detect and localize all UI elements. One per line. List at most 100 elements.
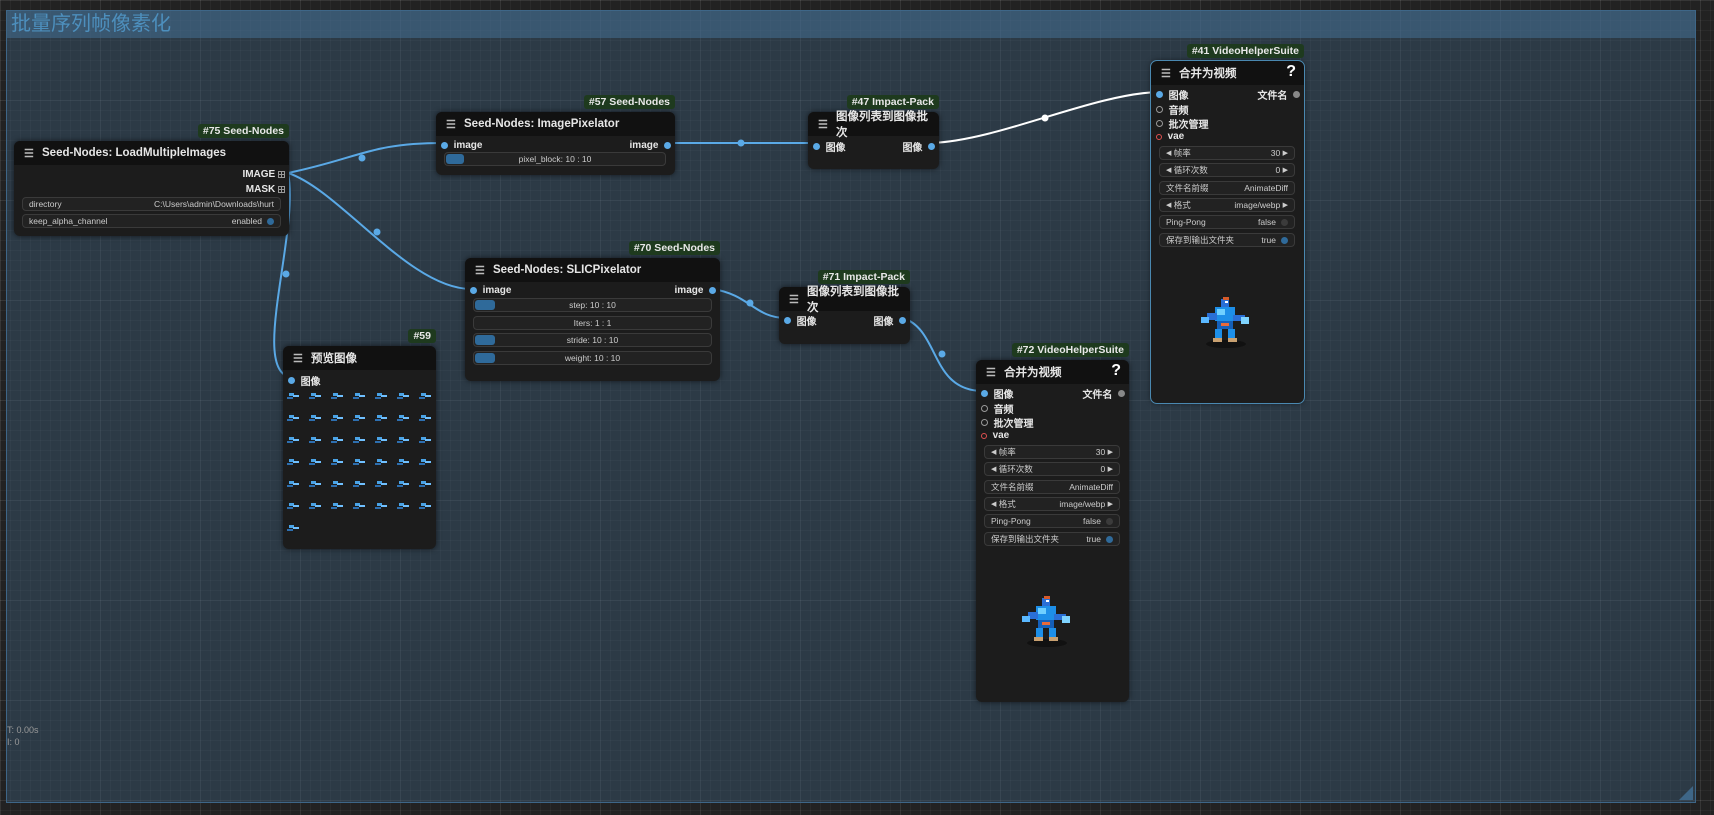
- output-slot-filename[interactable]: 文件名: [1257, 87, 1300, 102]
- output-slot-image[interactable]: 图像: [902, 139, 935, 154]
- arrow-right-icon[interactable]: ▶: [1108, 465, 1113, 473]
- preview-thumbnail[interactable]: [327, 450, 349, 472]
- node-combine-video-72[interactable]: #72 VideoHelperSuite ☰ 合并为视频? 图像 音频 批次管理 …: [976, 343, 1129, 702]
- node-header[interactable]: ☰ 图像列表到图像批次: [808, 111, 939, 139]
- arrow-left-icon[interactable]: ◀: [1166, 201, 1171, 209]
- help-icon[interactable]: ?: [1111, 362, 1121, 380]
- preview-thumbnail[interactable]: [327, 406, 349, 428]
- save-output-toggle[interactable]: 保存到输出文件夹 true: [1159, 233, 1295, 247]
- preview-thumbnail[interactable]: [327, 384, 349, 406]
- format-select[interactable]: ◀ 格式 image/webp ▶: [984, 497, 1120, 511]
- preview-thumbnail[interactable]: [393, 406, 415, 428]
- preview-thumbnail[interactable]: [349, 428, 371, 450]
- menu-icon[interactable]: ☰: [1161, 67, 1171, 80]
- weight-slider[interactable]: weight: 10 : 10: [473, 351, 712, 365]
- preview-thumbnail[interactable]: [327, 472, 349, 494]
- node-image-list-to-batch-71[interactable]: #71 Impact-Pack ☰ 图像列表到图像批次 图像 图像: [779, 270, 910, 344]
- preview-thumbnail[interactable]: [305, 406, 327, 428]
- input-slot-vae[interactable]: vae: [981, 430, 1009, 441]
- ping-pong-toggle[interactable]: Ping-Pong false: [984, 514, 1120, 528]
- preview-thumbnail[interactable]: [283, 406, 305, 428]
- input-slot-audio[interactable]: 音频: [1156, 102, 1189, 117]
- loop-count-stepper[interactable]: ◀ 循环次数 0 ▶: [984, 462, 1120, 476]
- arrow-right-icon[interactable]: ▶: [1283, 201, 1288, 209]
- output-slot-image[interactable]: image: [630, 140, 671, 151]
- node-combine-video-41[interactable]: #41 VideoHelperSuite ☰ 合并为视频? 图像 音频 批次管理 …: [1150, 44, 1305, 404]
- preview-thumbnail[interactable]: [415, 406, 437, 428]
- iters-slider[interactable]: Iters: 1 : 1: [473, 316, 712, 330]
- arrow-left-icon[interactable]: ◀: [1166, 166, 1171, 174]
- output-slot-mask[interactable]: MASK: [246, 184, 285, 195]
- preview-thumbnail[interactable]: [393, 384, 415, 406]
- arrow-left-icon[interactable]: ◀: [991, 465, 996, 473]
- preview-thumbnail[interactable]: [349, 472, 371, 494]
- preview-thumbnail[interactable]: [305, 472, 327, 494]
- preview-thumbnail[interactable]: [371, 406, 393, 428]
- pixel-block-slider[interactable]: pixel_block: 10 : 10: [444, 152, 666, 166]
- preview-thumbnail[interactable]: [349, 450, 371, 472]
- preview-thumbnail[interactable]: [305, 428, 327, 450]
- preview-thumbnail[interactable]: [393, 428, 415, 450]
- preview-thumbnail[interactable]: [371, 472, 393, 494]
- menu-icon[interactable]: ☰: [818, 118, 828, 131]
- step-slider[interactable]: step: 10 : 10: [473, 298, 712, 312]
- node-load-multiple-images[interactable]: #75 Seed-Nodes ☰ Seed-Nodes: LoadMultiple…: [14, 124, 289, 236]
- preview-thumbnail[interactable]: [305, 450, 327, 472]
- menu-icon[interactable]: ☰: [789, 293, 799, 306]
- arrow-right-icon[interactable]: ▶: [1108, 500, 1113, 508]
- preview-thumbnail[interactable]: [415, 450, 437, 472]
- preview-thumbnail[interactable]: [327, 428, 349, 450]
- output-slot-image[interactable]: IMAGE: [242, 169, 285, 180]
- arrow-right-icon[interactable]: ▶: [1283, 149, 1288, 157]
- input-slot-image[interactable]: 图像: [1156, 87, 1189, 102]
- loop-count-stepper[interactable]: ◀ 循环次数 0 ▶: [1159, 163, 1295, 177]
- node-image-pixelator[interactable]: #57 Seed-Nodes ☰ Seed-Nodes: ImagePixelat…: [436, 95, 675, 175]
- output-slot-filename[interactable]: 文件名: [1082, 386, 1125, 401]
- preview-thumbnail[interactable]: [415, 428, 437, 450]
- input-slot-image[interactable]: image: [470, 285, 511, 296]
- output-slot-image[interactable]: 图像: [873, 313, 906, 328]
- input-slot-image[interactable]: image: [441, 140, 482, 151]
- preview-thumbnail[interactable]: [415, 384, 437, 406]
- preview-thumbnail[interactable]: [283, 516, 305, 538]
- preview-thumbnail[interactable]: [327, 494, 349, 516]
- preview-thumbnail[interactable]: [415, 494, 437, 516]
- menu-icon[interactable]: ☰: [986, 366, 996, 379]
- preview-thumbnail[interactable]: [349, 494, 371, 516]
- input-slot-vae[interactable]: vae: [1156, 131, 1184, 142]
- preview-thumbnail[interactable]: [415, 472, 437, 494]
- input-slot-image[interactable]: 图像: [813, 139, 846, 154]
- node-header[interactable]: ☰ Seed-Nodes: SLICPixelator: [465, 258, 720, 282]
- node-slic-pixelator[interactable]: #70 Seed-Nodes ☰ Seed-Nodes: SLICPixelato…: [465, 241, 720, 381]
- menu-icon[interactable]: ☰: [475, 264, 485, 277]
- menu-icon[interactable]: ☰: [24, 147, 34, 160]
- arrow-right-icon[interactable]: ▶: [1108, 448, 1113, 456]
- directory-field[interactable]: directory C:\Users\admin\Downloads\hurt: [22, 197, 281, 211]
- preview-thumbnail[interactable]: [371, 494, 393, 516]
- format-select[interactable]: ◀ 格式 image/webp ▶: [1159, 198, 1295, 212]
- node-header[interactable]: ☰ Seed-Nodes: ImagePixelator: [436, 112, 675, 136]
- preview-thumbnail[interactable]: [283, 450, 305, 472]
- ping-pong-toggle[interactable]: Ping-Pong false: [1159, 215, 1295, 229]
- preview-thumbnails[interactable]: [283, 384, 437, 538]
- node-image-list-to-batch-47[interactable]: #47 Impact-Pack ☰ 图像列表到图像批次 图像 图像: [808, 95, 939, 169]
- input-slot-batch-manager[interactable]: 批次管理: [1156, 116, 1209, 131]
- menu-icon[interactable]: ☰: [293, 352, 303, 365]
- keep-alpha-toggle[interactable]: keep_alpha_channel enabled: [22, 214, 281, 228]
- save-output-toggle[interactable]: 保存到输出文件夹 true: [984, 532, 1120, 546]
- preview-thumbnail[interactable]: [349, 384, 371, 406]
- preview-thumbnail[interactable]: [349, 406, 371, 428]
- node-header[interactable]: ☰ Seed-Nodes: LoadMultipleImages: [14, 141, 289, 165]
- input-slot-image[interactable]: 图像: [981, 386, 1014, 401]
- node-preview-image[interactable]: #59 ☰ 预览图像 图像: [283, 329, 437, 549]
- preview-thumbnail[interactable]: [371, 450, 393, 472]
- preview-thumbnail[interactable]: [393, 450, 415, 472]
- help-icon[interactable]: ?: [1286, 63, 1296, 81]
- arrow-left-icon[interactable]: ◀: [991, 448, 996, 456]
- stride-slider[interactable]: stride: 10 : 10: [473, 333, 712, 347]
- menu-icon[interactable]: ☰: [446, 118, 456, 131]
- fps-stepper[interactable]: ◀ 帧率 30 ▶: [984, 445, 1120, 459]
- preview-thumbnail[interactable]: [305, 384, 327, 406]
- preview-thumbnail[interactable]: [371, 384, 393, 406]
- preview-thumbnail[interactable]: [305, 494, 327, 516]
